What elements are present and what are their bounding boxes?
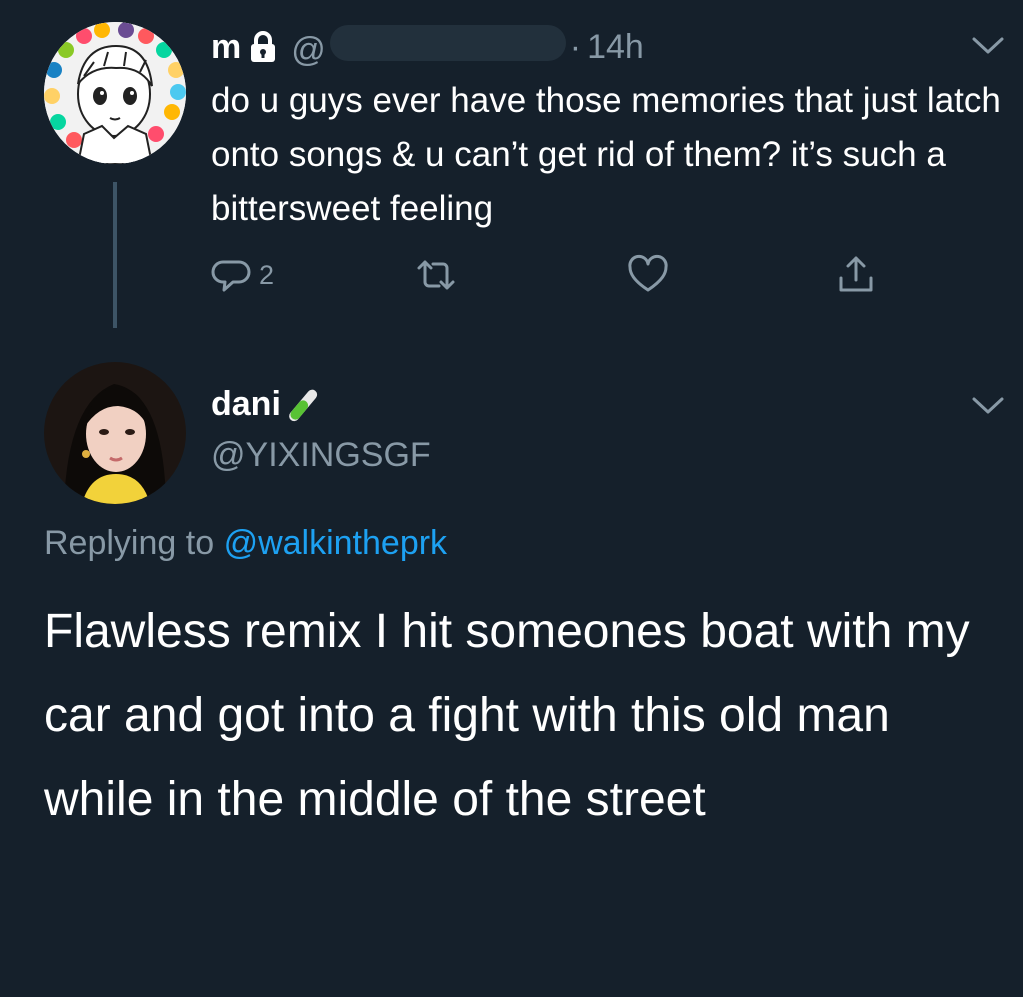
- replying-to-line: Replying to @walkintheprk: [44, 524, 447, 563]
- avatar-photo: [44, 362, 186, 504]
- handle[interactable]: @: [291, 24, 566, 70]
- retweet-icon: [417, 260, 455, 290]
- reply-icon: [211, 260, 251, 292]
- lock-icon: [251, 31, 276, 62]
- tweet-header: m @ · 14h: [211, 22, 644, 72]
- thread-line: [113, 182, 117, 328]
- reply-count: 2: [259, 259, 275, 290]
- share-button[interactable]: [835, 250, 877, 300]
- replying-to-label: Replying to: [44, 524, 215, 562]
- display-name[interactable]: dani: [211, 385, 281, 424]
- tweet-text: Flawless remix I hit someones boat with …: [44, 605, 970, 826]
- display-name[interactable]: m: [211, 28, 241, 67]
- action-bar: 2: [211, 250, 911, 300]
- share-icon: [839, 256, 873, 292]
- tweet-text: do u guys ever have those memories that …: [211, 81, 1001, 228]
- mention-link[interactable]: @walkintheprk: [224, 524, 448, 562]
- heart-icon: [628, 254, 668, 292]
- display-name-row: dani: [211, 384, 323, 424]
- chevron-down-icon[interactable]: [971, 36, 1005, 56]
- avatar[interactable]: [44, 362, 186, 504]
- retweet-button[interactable]: [415, 250, 457, 300]
- tweet-original[interactable]: m @ · 14h do u guys ever have those memo…: [0, 0, 1023, 340]
- avatar-anime-illustration: [44, 22, 186, 164]
- handle[interactable]: @YIXINGSGF: [211, 436, 431, 475]
- redacted-handle: [329, 24, 566, 61]
- reply-button[interactable]: 2: [211, 250, 274, 300]
- timestamp[interactable]: 14h: [587, 28, 644, 67]
- avatar[interactable]: [44, 22, 186, 164]
- chevron-down-icon[interactable]: [971, 396, 1005, 416]
- separator: ·: [569, 27, 582, 66]
- like-button[interactable]: [627, 250, 669, 300]
- test-tube-icon: [289, 389, 318, 422]
- handle-prefix: @: [291, 30, 326, 69]
